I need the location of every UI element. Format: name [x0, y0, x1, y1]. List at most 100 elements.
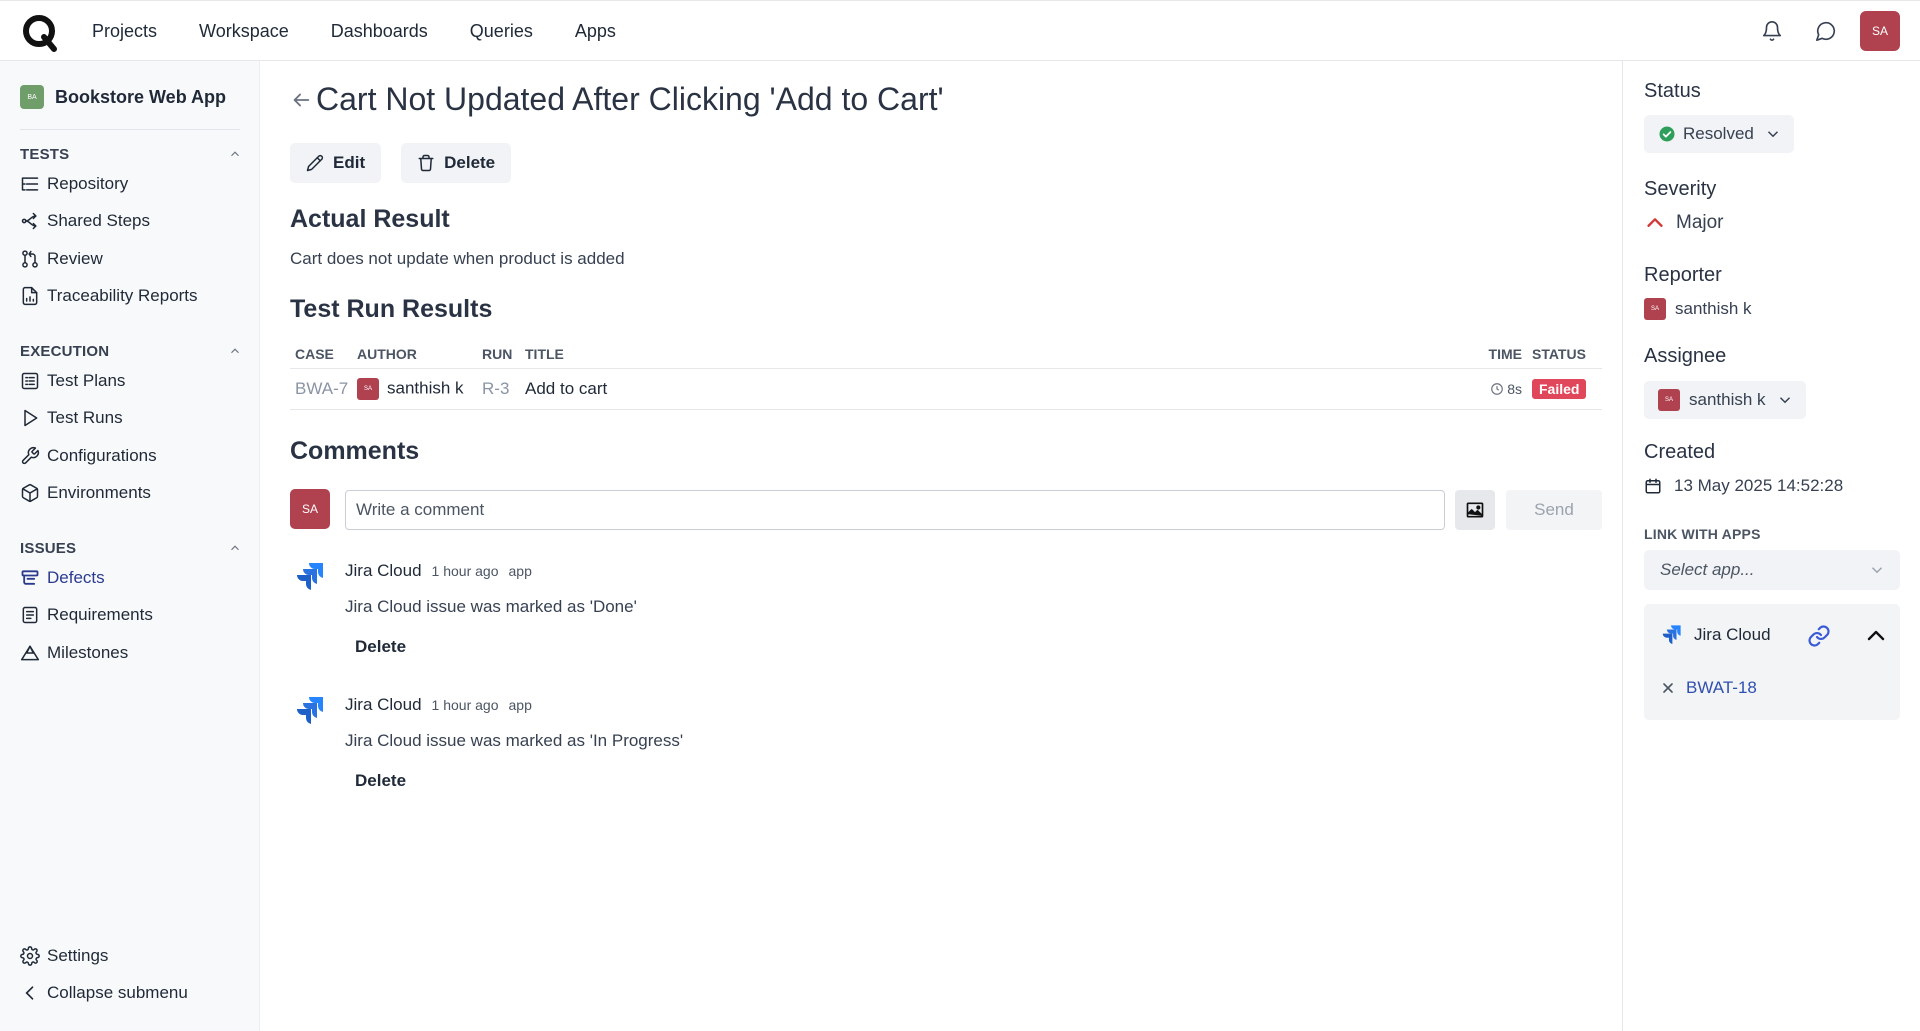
app-logo-icon[interactable]	[20, 12, 60, 52]
delete-button[interactable]: Delete	[401, 143, 512, 183]
project-badge: BA	[20, 85, 44, 109]
send-button[interactable]: Send	[1506, 490, 1602, 530]
sidebar-item-traceability-reports[interactable]: Traceability Reports	[20, 278, 242, 316]
box-icon	[21, 484, 39, 503]
status-dropdown[interactable]: Resolved	[1644, 115, 1794, 153]
comment-composer: SA Send	[290, 489, 1602, 531]
project-selector[interactable]: BA Bookstore Web App	[20, 85, 226, 109]
jira-logo-icon	[1662, 625, 1681, 644]
chevron-down-icon	[1767, 131, 1778, 138]
comment-tag: app	[508, 697, 532, 713]
sidebar-item-milestones[interactable]: Milestones	[20, 634, 242, 672]
page-title: Cart Not Updated After Clicking 'Add to …	[316, 81, 944, 117]
section-title: ISSUES	[20, 539, 77, 557]
reporter-row: SA santhish k	[1644, 298, 1752, 320]
avatar: SA	[290, 489, 330, 529]
actual-result-heading: Actual Result	[290, 205, 450, 233]
comment-delete-button[interactable]: Delete	[345, 767, 416, 795]
nav-apps[interactable]: Apps	[575, 21, 616, 42]
sidebar-item-settings[interactable]: Settings	[20, 937, 242, 975]
comment-text: Jira Cloud issue was marked as 'Done'	[345, 597, 637, 616]
defects-icon	[21, 570, 39, 585]
assignee-dropdown[interactable]: SA santhish k	[1644, 381, 1806, 419]
case-id[interactable]: BWA-7	[290, 379, 357, 399]
sidebar-item-configurations[interactable]: Configurations	[20, 437, 242, 475]
sidebar-item-requirements[interactable]: Requirements	[20, 597, 242, 635]
section-execution-header[interactable]: EXECUTION	[20, 340, 242, 362]
comment-item: Jira Cloud 1 hour ago app Jira Cloud iss…	[290, 693, 1290, 803]
chevron-left-icon	[25, 986, 34, 1000]
comment-input[interactable]	[345, 490, 1445, 530]
chevron-down-icon	[1779, 397, 1790, 404]
sidebar-item-label: Requirements	[47, 605, 153, 625]
table-header: CASE AUTHOR RUN TITLE TIME STATUS	[290, 339, 1602, 369]
select-app-dropdown[interactable]: Select app...	[1644, 550, 1900, 590]
linked-issue: BWAT-18	[1660, 678, 1757, 698]
severity-value-row: Major	[1644, 212, 1724, 234]
sidebar: BA Bookstore Web App TESTS Repository Sh…	[0, 61, 260, 1031]
section-tests-header[interactable]: TESTS	[20, 143, 242, 165]
run-id[interactable]: R-3	[482, 379, 525, 399]
edit-button[interactable]: Edit	[290, 143, 382, 183]
sidebar-footer: Settings Collapse submenu	[20, 937, 242, 1012]
actual-result-text: Cart does not update when product is add…	[290, 249, 625, 268]
created-row: 13 May 2025 14:52:28	[1644, 476, 1843, 496]
severity-label: Severity	[1644, 178, 1717, 200]
comment-delete-button[interactable]: Delete	[345, 633, 416, 661]
chat-icon[interactable]	[1806, 11, 1846, 51]
column-header-time[interactable]: TIME	[1476, 346, 1532, 362]
sidebar-item-defects[interactable]: Defects	[20, 559, 242, 597]
back-arrow-icon[interactable]	[290, 89, 312, 111]
column-header-title[interactable]: TITLE	[525, 346, 1476, 362]
column-header-status[interactable]: STATUS	[1532, 346, 1602, 362]
user-avatar[interactable]: SA	[1860, 11, 1900, 51]
section-issues-header[interactable]: ISSUES	[20, 537, 242, 559]
list-tree-icon	[21, 177, 39, 191]
gear-icon	[20, 945, 40, 966]
action-bar: Edit Delete	[290, 143, 531, 183]
attach-image-button[interactable]	[1455, 490, 1495, 530]
column-header-run[interactable]: RUN	[482, 346, 525, 362]
select-app-placeholder: Select app...	[1660, 560, 1755, 579]
link-with-apps-label: LINK WITH APPS	[1644, 526, 1761, 542]
nav-workspace[interactable]: Workspace	[199, 21, 289, 42]
column-header-author[interactable]: AUTHOR	[357, 346, 482, 362]
sidebar-item-label: Settings	[47, 945, 109, 965]
nav-dashboards[interactable]: Dashboards	[331, 21, 428, 42]
table-row[interactable]: BWA-7 SA santhish k R-3 Add to cart 8s Fa…	[290, 369, 1602, 410]
chevron-up-icon[interactable]	[1864, 624, 1888, 648]
bell-icon[interactable]	[1752, 11, 1792, 51]
divider	[20, 129, 240, 130]
sidebar-item-label: Test Plans	[47, 370, 126, 390]
collapse-submenu-button[interactable]: Collapse submenu	[20, 975, 242, 1013]
link-icon[interactable]	[1807, 624, 1831, 648]
sidebar-item-test-plans[interactable]: Test Plans	[20, 362, 242, 400]
run-title[interactable]: Add to cart	[525, 379, 1476, 399]
pencil-icon	[306, 154, 324, 172]
sidebar-item-shared-steps[interactable]: Shared Steps	[20, 203, 242, 241]
nav-queries[interactable]: Queries	[470, 21, 533, 42]
column-header-case[interactable]: CASE	[290, 346, 357, 362]
image-icon	[1466, 502, 1484, 518]
sidebar-item-label: Defects	[47, 567, 105, 587]
project-name: Bookstore Web App	[55, 86, 227, 107]
created-label: Created	[1644, 441, 1716, 463]
comment-timestamp: 1 hour ago	[431, 563, 499, 579]
status-value: Resolved	[1683, 124, 1754, 143]
comment-timestamp: 1 hour ago	[431, 697, 499, 713]
sidebar-item-review[interactable]: Review	[20, 240, 242, 278]
sidebar-item-environments[interactable]: Environments	[20, 475, 242, 513]
nav-projects[interactable]: Projects	[92, 21, 157, 42]
title-row: Cart Not Updated After Clicking 'Add to …	[290, 81, 944, 118]
sidebar-item-label: Collapse submenu	[47, 983, 188, 1003]
edit-label: Edit	[333, 153, 366, 172]
close-icon[interactable]	[1660, 680, 1676, 696]
test-run-results-heading: Test Run Results	[290, 295, 493, 323]
top-navigation: Projects Workspace Dashboards Queries Ap…	[0, 0, 1920, 61]
sidebar-item-label: Milestones	[47, 642, 129, 662]
linked-issue-key[interactable]: BWAT-18	[1686, 678, 1757, 698]
status-label: Status	[1644, 80, 1701, 102]
sidebar-item-test-runs[interactable]: Test Runs	[20, 400, 242, 438]
comment-author: Jira Cloud	[345, 561, 422, 580]
sidebar-item-repository[interactable]: Repository	[20, 165, 242, 203]
